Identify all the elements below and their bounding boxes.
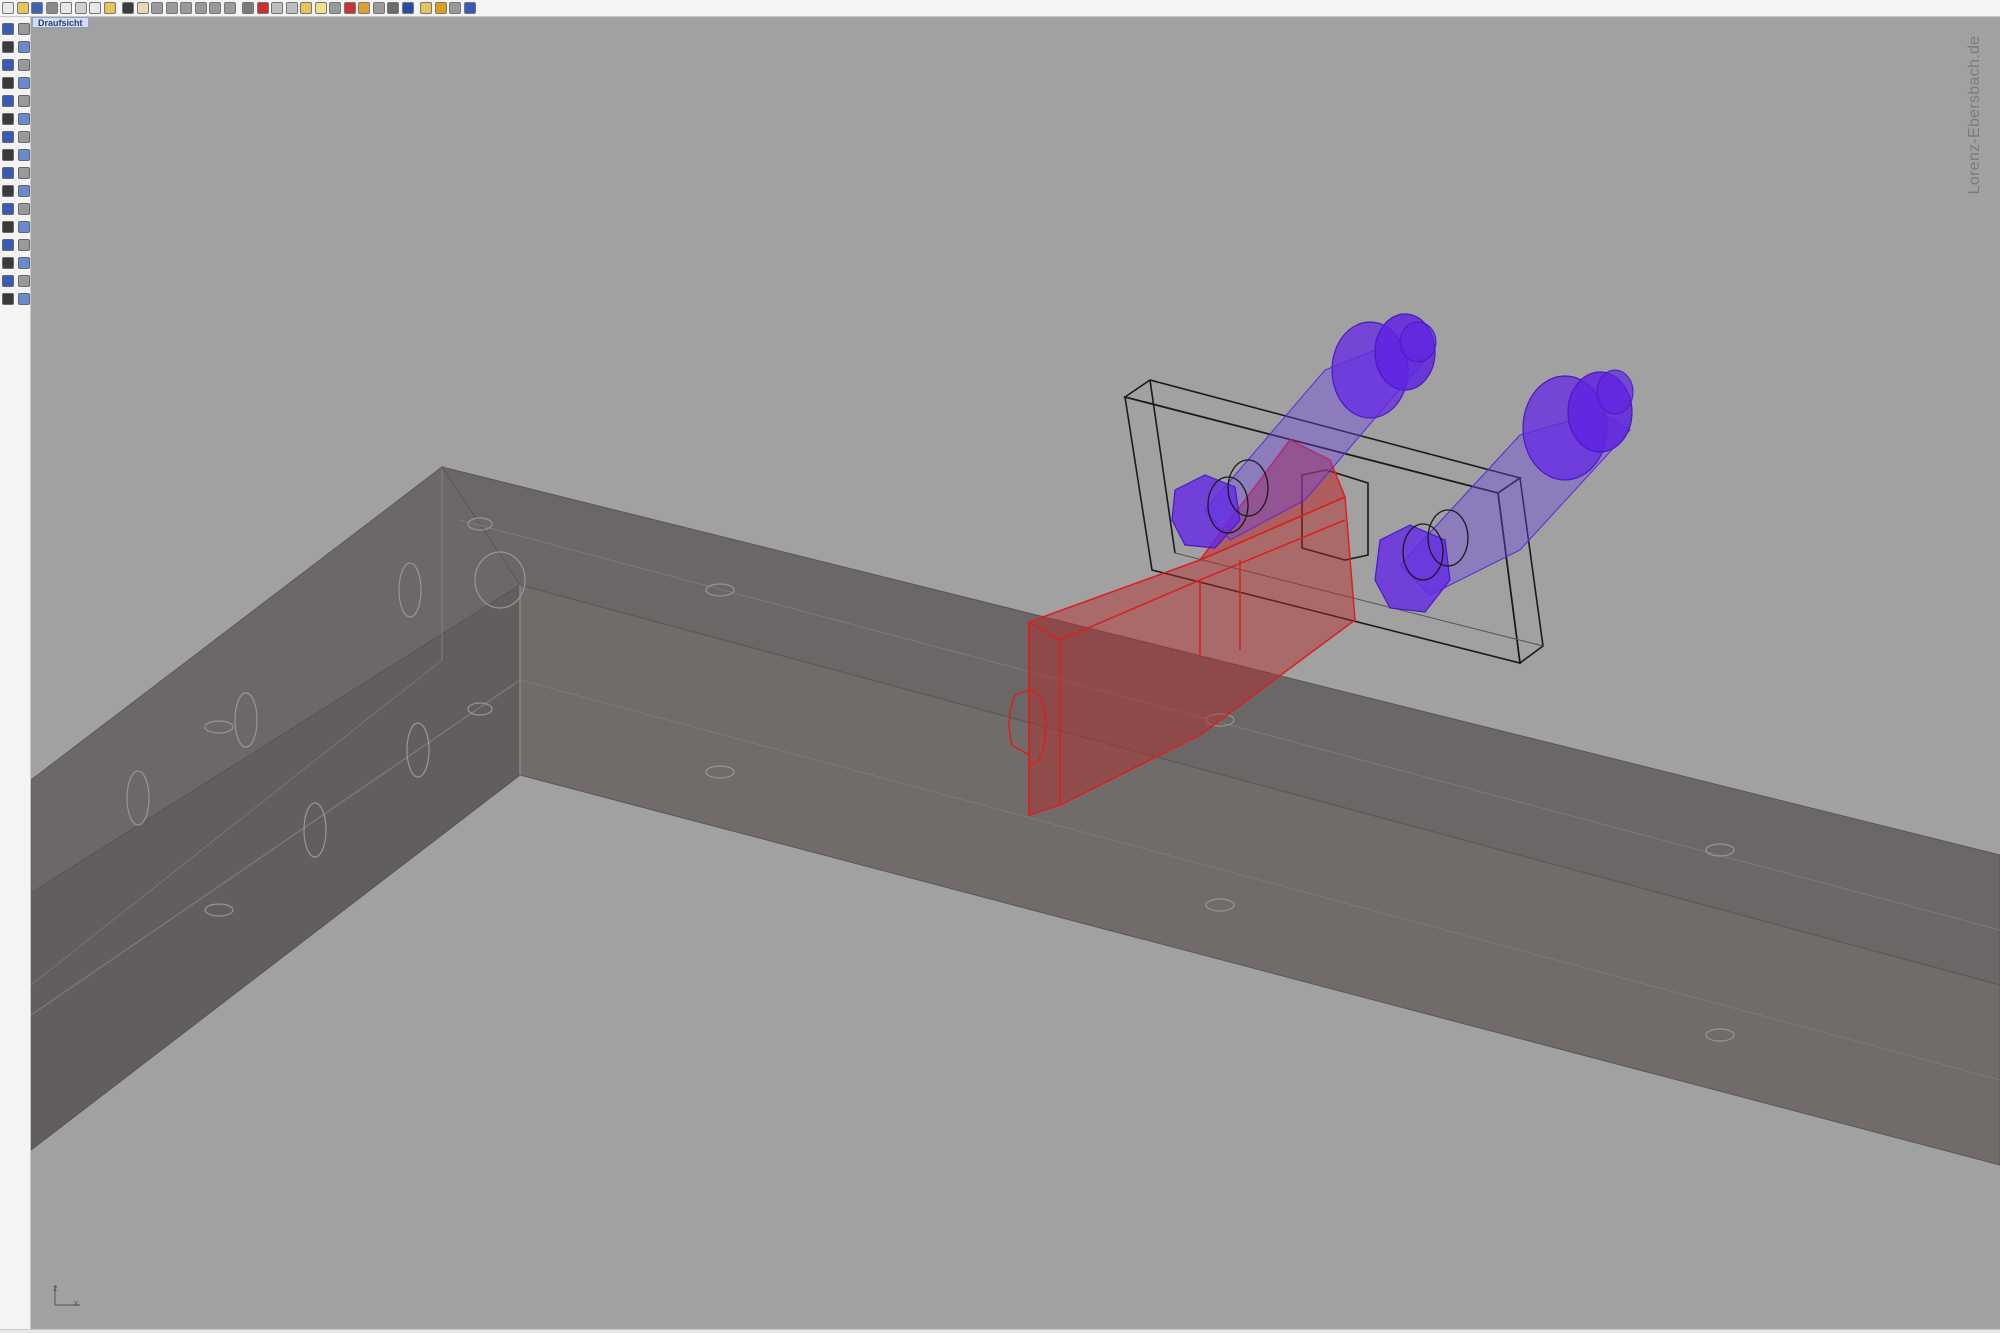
hatch-icon[interactable] <box>18 293 30 305</box>
select-arrow-icon[interactable] <box>420 2 432 14</box>
polygon-icon[interactable] <box>2 95 14 107</box>
shaded-sphere-icon[interactable] <box>401 2 414 14</box>
curve-icon[interactable] <box>18 95 30 107</box>
scene-svg <box>31 313 2000 1306</box>
axis-label-z: z <box>53 1283 58 1293</box>
watermark-text: Lorenz-Ebersbach.de <box>1966 35 1983 195</box>
extrude-icon[interactable] <box>18 131 30 143</box>
perspective-viewport[interactable] <box>31 17 2000 1329</box>
import-icon[interactable] <box>60 2 72 14</box>
color-wheel-icon[interactable] <box>358 2 370 14</box>
zoom-window-icon[interactable] <box>180 2 192 14</box>
zoom-dynamic-icon[interactable] <box>165 2 178 14</box>
paste-icon[interactable] <box>103 2 116 14</box>
torus-icon[interactable] <box>18 167 30 179</box>
select-arrow-icon[interactable] <box>2 23 14 35</box>
grid-snap-icon[interactable] <box>285 2 298 14</box>
fillet-icon[interactable] <box>2 113 14 125</box>
status-bar <box>0 1329 2000 1333</box>
split-icon[interactable] <box>2 221 14 233</box>
boolean-union-icon[interactable] <box>2 185 14 197</box>
pan-hand-icon[interactable] <box>136 2 149 14</box>
axis-label-x: x <box>74 1298 79 1308</box>
named-views-icon[interactable] <box>449 2 461 14</box>
help-icon[interactable] <box>463 2 476 14</box>
point-icon[interactable] <box>18 23 30 35</box>
object-snap-icon[interactable] <box>271 2 283 14</box>
plane-surface-icon[interactable] <box>2 131 14 143</box>
tool-sidebar <box>0 17 31 1333</box>
dimension-icon[interactable] <box>18 275 30 287</box>
mirror-icon[interactable] <box>18 257 30 269</box>
text-icon[interactable] <box>2 293 14 305</box>
explode-icon[interactable] <box>18 185 30 197</box>
control-points-icon[interactable] <box>18 41 30 53</box>
copy-object-icon[interactable] <box>2 239 14 251</box>
trim-icon[interactable] <box>18 203 30 215</box>
circle-icon[interactable] <box>2 59 14 71</box>
copy-icon[interactable] <box>89 2 101 14</box>
options-gear-icon[interactable] <box>434 2 447 14</box>
offset-icon[interactable] <box>18 113 30 125</box>
rotate-object-icon[interactable] <box>18 239 30 251</box>
sphere-solid-icon[interactable] <box>18 149 30 161</box>
scale-icon[interactable] <box>2 257 14 269</box>
undo-view-icon[interactable] <box>223 2 236 14</box>
main-toolbar <box>0 0 2000 17</box>
zoom-extents-icon[interactable] <box>194 2 207 14</box>
polyline-icon[interactable] <box>2 41 14 53</box>
array-icon[interactable] <box>2 275 14 287</box>
lock-icon[interactable] <box>329 2 341 14</box>
open-folder-icon[interactable] <box>16 2 29 14</box>
cylinder-icon[interactable] <box>2 167 14 179</box>
move-icon[interactable] <box>18 221 30 233</box>
ellipse-icon[interactable] <box>18 77 30 89</box>
box-solid-icon[interactable] <box>2 149 14 161</box>
render-preview-icon[interactable] <box>372 2 385 14</box>
new-file-icon[interactable] <box>2 2 14 14</box>
properties-icon[interactable] <box>343 2 356 14</box>
rotate-view-icon[interactable] <box>151 2 163 14</box>
zoom-selected-icon[interactable] <box>209 2 221 14</box>
cut-icon[interactable] <box>74 2 87 14</box>
viewport-title-tab[interactable]: Draufsicht <box>32 17 89 28</box>
rectangle-icon[interactable] <box>18 59 30 71</box>
print-icon[interactable] <box>45 2 58 14</box>
four-viewports-icon[interactable] <box>242 2 254 14</box>
join-icon[interactable] <box>2 203 14 215</box>
bolt-right <box>1374 369 1634 613</box>
arc-icon[interactable] <box>2 77 14 89</box>
render-icon[interactable] <box>387 2 399 14</box>
save-icon[interactable] <box>31 2 43 14</box>
layer-icon[interactable] <box>300 2 312 14</box>
undo-icon[interactable] <box>122 2 134 14</box>
light-bulb-icon[interactable] <box>314 2 327 14</box>
car-icon[interactable] <box>256 2 269 14</box>
